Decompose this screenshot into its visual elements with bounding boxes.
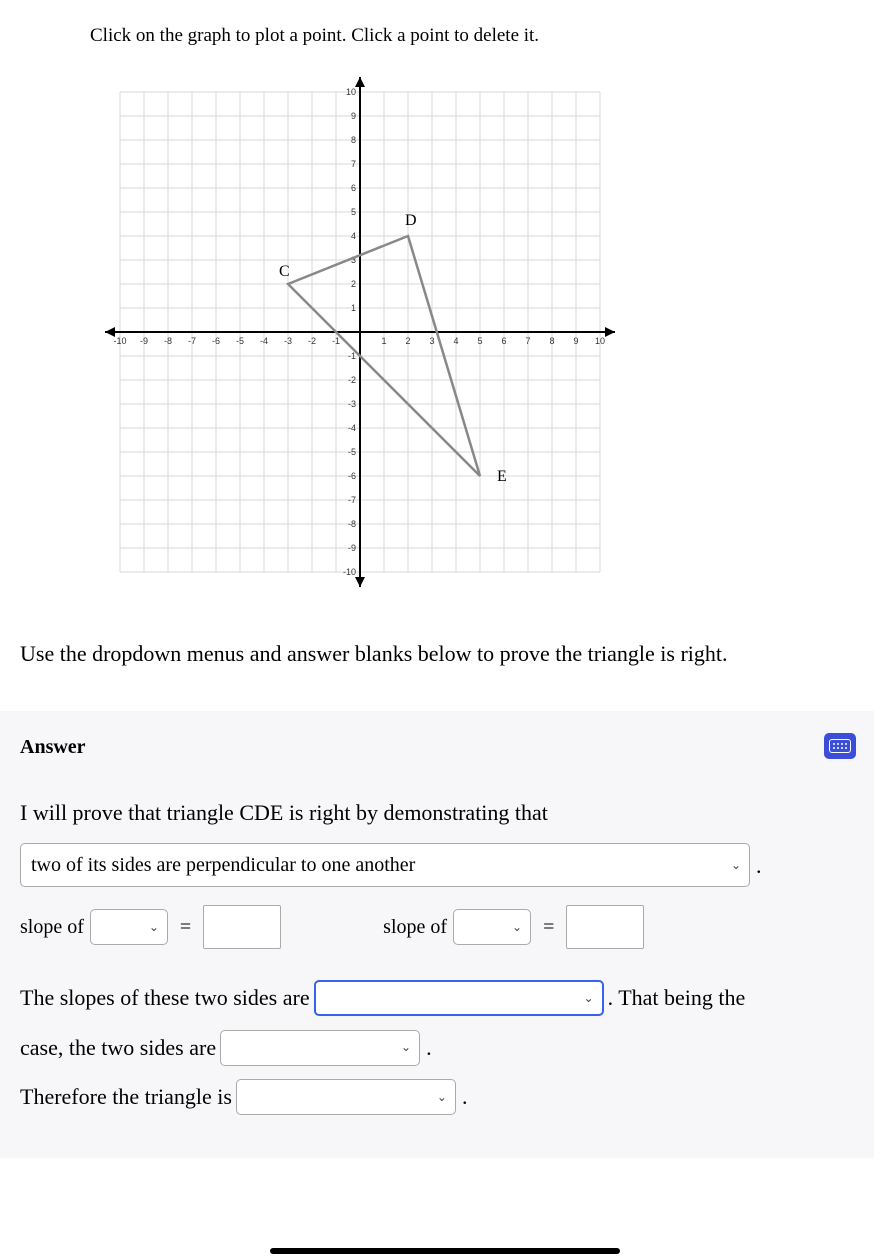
svg-text:2: 2 xyxy=(351,279,356,289)
slope-value-input-2[interactable] xyxy=(566,905,644,949)
point-label-c: C xyxy=(279,263,290,280)
chevron-down-icon: ⌄ xyxy=(512,920,522,935)
slope-of-label-2: slope of xyxy=(383,916,447,939)
svg-text:5: 5 xyxy=(477,336,482,346)
coordinate-graph[interactable]: -10 -9 -8 -7 -6 -5 -4 -3 -2 -1 1 2 3 4 5 6 7 8 9 10 10 9 8 7 6… xyxy=(105,77,615,587)
proof-method-value: two of its sides are perpendicular to on… xyxy=(31,848,415,882)
keyboard-icon[interactable] xyxy=(824,733,856,759)
svg-text:7: 7 xyxy=(351,159,356,169)
svg-text:-5: -5 xyxy=(236,336,244,346)
svg-text:-8: -8 xyxy=(164,336,172,346)
proof-method-select[interactable]: two of its sides are perpendicular to on… xyxy=(20,843,750,887)
svg-text:8: 8 xyxy=(351,135,356,145)
svg-text:2: 2 xyxy=(405,336,410,346)
chevron-down-icon: ⌄ xyxy=(584,988,594,1008)
svg-text:6: 6 xyxy=(351,183,356,193)
svg-text:-6: -6 xyxy=(212,336,220,346)
horizontal-scrollbar[interactable] xyxy=(270,1248,620,1254)
therefore-prefix: Therefore the triangle is xyxy=(20,1078,232,1115)
svg-text:3: 3 xyxy=(429,336,434,346)
svg-text:-9: -9 xyxy=(348,543,356,553)
svg-text:-2: -2 xyxy=(308,336,316,346)
slope-of-label-1: slope of xyxy=(20,916,84,939)
svg-text:-4: -4 xyxy=(260,336,268,346)
slopes-relation-suffix: . That being the xyxy=(608,979,746,1016)
point-label-d: D xyxy=(405,212,417,229)
svg-text:4: 4 xyxy=(351,231,356,241)
slope-side-select-2[interactable]: ⌄ xyxy=(453,909,531,945)
svg-text:9: 9 xyxy=(351,111,356,121)
svg-text:8: 8 xyxy=(549,336,554,346)
period-text: . xyxy=(756,847,762,884)
equals-sign-2: = xyxy=(543,916,554,939)
svg-text:10: 10 xyxy=(595,336,605,346)
svg-text:-10: -10 xyxy=(343,567,356,577)
slope-side-select-1[interactable]: ⌄ xyxy=(90,909,168,945)
slopes-relation-prefix: The slopes of these two sides are xyxy=(20,979,310,1016)
svg-text:-10: -10 xyxy=(113,336,126,346)
svg-text:1: 1 xyxy=(381,336,386,346)
svg-text:-3: -3 xyxy=(284,336,292,346)
svg-text:-9: -9 xyxy=(140,336,148,346)
slopes-relation-select[interactable]: ⌄ xyxy=(314,980,604,1016)
svg-text:5: 5 xyxy=(351,207,356,217)
svg-text:-8: -8 xyxy=(348,519,356,529)
sides-relation-select[interactable]: ⌄ xyxy=(220,1030,420,1066)
answer-header: Answer xyxy=(20,736,854,759)
chevron-down-icon: ⌄ xyxy=(437,1087,447,1107)
period-text: . xyxy=(426,1029,432,1066)
proof-intro-text: I will prove that triangle CDE is right … xyxy=(20,794,548,831)
svg-text:4: 4 xyxy=(453,336,458,346)
svg-text:-1: -1 xyxy=(332,336,340,346)
svg-text:10: 10 xyxy=(346,87,356,97)
instruction-text: Click on the graph to plot a point. Clic… xyxy=(90,25,854,47)
graph-svg[interactable]: -10 -9 -8 -7 -6 -5 -4 -3 -2 -1 1 2 3 4 5 6 7 8 9 10 10 9 8 7 6… xyxy=(105,77,615,587)
slope-value-input-1[interactable] xyxy=(203,905,281,949)
case-line-prefix: case, the two sides are xyxy=(20,1029,216,1066)
svg-text:1: 1 xyxy=(351,303,356,313)
svg-text:-5: -5 xyxy=(348,447,356,457)
triangle-type-select[interactable]: ⌄ xyxy=(236,1079,456,1115)
equals-sign-1: = xyxy=(180,916,191,939)
chevron-down-icon: ⌄ xyxy=(401,1037,411,1057)
svg-text:-6: -6 xyxy=(348,471,356,481)
chevron-down-icon: ⌄ xyxy=(149,920,159,935)
point-label-e: E xyxy=(497,468,507,485)
svg-text:6: 6 xyxy=(501,336,506,346)
svg-text:-2: -2 xyxy=(348,375,356,385)
svg-text:9: 9 xyxy=(573,336,578,346)
chevron-down-icon: ⌄ xyxy=(731,855,741,875)
svg-text:-3: -3 xyxy=(348,399,356,409)
prompt-text: Use the dropdown menus and answer blanks… xyxy=(20,637,854,671)
svg-text:-7: -7 xyxy=(348,495,356,505)
period-text: . xyxy=(462,1078,468,1115)
svg-text:7: 7 xyxy=(525,336,530,346)
svg-text:-7: -7 xyxy=(188,336,196,346)
answer-section: Answer I will prove that triangle CDE is… xyxy=(0,711,874,1158)
svg-text:-4: -4 xyxy=(348,423,356,433)
